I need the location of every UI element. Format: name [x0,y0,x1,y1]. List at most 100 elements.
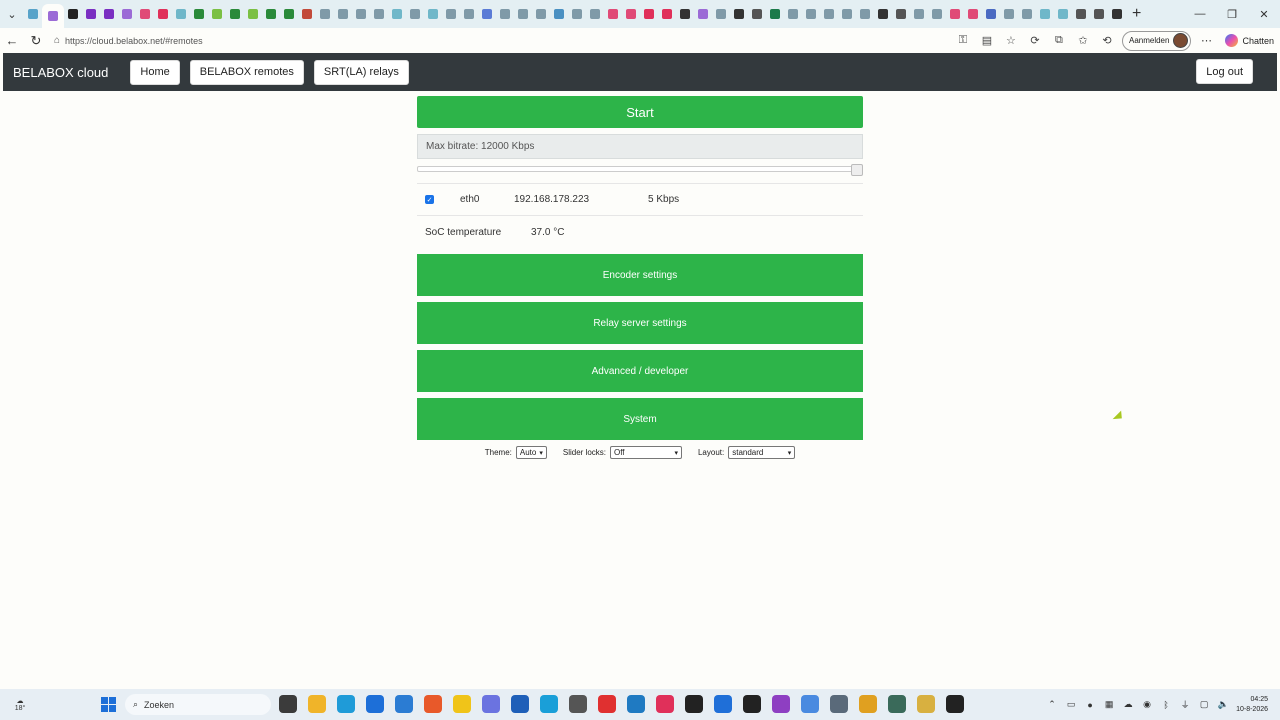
restore-icon[interactable]: ❐ [1216,0,1248,28]
tray-app-icon[interactable]: ◉ [1141,699,1153,711]
browser-tab[interactable] [118,5,136,23]
advanced-developer-button[interactable]: Advanced / developer [417,350,863,392]
browser-tab[interactable] [892,5,910,23]
taskbar-clock[interactable]: 04:25 10-8-2026 [1236,695,1268,715]
relay-server-settings-button[interactable]: Relay server settings [417,302,863,344]
taskbar-app-icon[interactable] [279,695,297,713]
browser-tab[interactable] [1072,5,1090,23]
bitrate-slider-thumb[interactable] [851,164,863,176]
signin-button[interactable]: Aanmelden [1121,30,1192,51]
browser-tab[interactable] [1054,5,1072,23]
windows-start-icon[interactable] [101,697,116,712]
theme-select[interactable]: Auto ▾ [515,446,547,459]
browser-tab[interactable] [1018,5,1036,23]
browser-tab[interactable] [550,5,568,23]
reader-icon[interactable]: ▤ [978,32,996,50]
browser-tab[interactable] [82,5,100,23]
browser-tab[interactable] [442,5,460,23]
brand-title[interactable]: BELABOX cloud [13,65,108,80]
tab-list-dropdown-icon[interactable]: ⌄ [0,0,24,28]
browser-tab[interactable] [460,5,478,23]
reload-icon[interactable]: ↻ [24,29,48,53]
browser-tab[interactable] [640,5,658,23]
taskbar-app-icon[interactable] [917,695,935,713]
taskbar-app-icon[interactable] [453,695,471,713]
browser-tab[interactable] [190,5,208,23]
taskbar-app-icon[interactable] [946,695,964,713]
browser-tab[interactable] [586,5,604,23]
taskbar-app-icon[interactable] [540,695,558,713]
browser-tab[interactable] [604,5,622,23]
taskbar-app-icon[interactable] [656,695,674,713]
refresh-extension-icon[interactable]: ⟳ [1026,32,1044,50]
site-info-icon[interactable]: ⌂ [54,35,60,46]
history-icon[interactable]: ⟲ [1098,32,1116,50]
browser-tab[interactable] [298,5,316,23]
taskbar-app-icon[interactable] [482,695,500,713]
browser-tab[interactable] [982,5,1000,23]
browser-tab[interactable] [388,5,406,23]
bluetooth-icon[interactable]: ᛒ [1160,699,1172,711]
taskbar-app-icon[interactable] [888,695,906,713]
browser-tab[interactable] [712,5,730,23]
browser-tab[interactable] [100,5,118,23]
taskbar-search[interactable]: ⌕ Zoeken [125,694,271,715]
taskbar-app-icon[interactable] [569,695,587,713]
taskbar-app-icon[interactable] [685,695,703,713]
bitrate-slider[interactable] [417,164,863,176]
logout-button[interactable]: Log out [1196,59,1253,84]
volume-icon[interactable]: 🔈 [1217,699,1229,711]
more-menu-icon[interactable]: ⋯ [1197,32,1215,50]
nav-home-button[interactable]: Home [130,59,180,85]
browser-tab[interactable] [694,5,712,23]
taskbar-app-icon[interactable] [598,695,616,713]
tray-app-icon[interactable]: ▭ [1065,699,1077,711]
layout-select[interactable]: standard ▾ [728,446,796,459]
taskbar-app-icon[interactable] [714,695,732,713]
browser-tab[interactable] [136,5,154,23]
browser-tab[interactable] [154,5,172,23]
copilot-button[interactable]: Chatten [1225,34,1274,47]
browser-tab[interactable] [334,5,352,23]
browser-tab[interactable] [658,5,676,23]
browser-tab[interactable] [406,5,424,23]
slider-locks-select[interactable]: Off ▾ [609,446,682,459]
browser-tab[interactable] [964,5,982,23]
weather-widget[interactable]: ☁ 18° [0,697,40,712]
browser-tab[interactable] [928,5,946,23]
browser-tab[interactable] [42,4,64,28]
new-tab-icon[interactable]: + [1132,5,1141,23]
extensions-icon[interactable]: ⧉ [1050,32,1068,50]
browser-tab[interactable] [280,5,298,23]
taskbar-app-icon[interactable] [308,695,326,713]
taskbar-app-icon[interactable] [424,695,442,713]
browser-tab[interactable] [784,5,802,23]
taskbar-app-icon[interactable] [801,695,819,713]
browser-tab[interactable] [1108,5,1126,23]
tray-app-icon[interactable]: ☁ [1122,699,1134,711]
browser-tab[interactable] [766,5,784,23]
browser-tab[interactable] [622,5,640,23]
browser-tab[interactable] [874,5,892,23]
browser-tab[interactable] [316,5,334,23]
browser-tab[interactable] [226,5,244,23]
back-icon[interactable]: ← [0,29,24,53]
encoder-settings-button[interactable]: Encoder settings [417,254,863,296]
taskbar-app-icon[interactable] [830,695,848,713]
browser-tab[interactable] [1090,5,1108,23]
bitrate-slider-track[interactable] [417,166,857,172]
taskbar-app-icon[interactable] [859,695,877,713]
browser-tab[interactable] [838,5,856,23]
taskbar-app-icon[interactable] [772,695,790,713]
browser-tab[interactable] [748,5,766,23]
system-button[interactable]: System [417,398,863,440]
browser-tab[interactable] [1000,5,1018,23]
favorites-icon[interactable]: ✩ [1074,32,1092,50]
browser-tab[interactable] [352,5,370,23]
minimize-icon[interactable]: — [1184,0,1216,28]
close-window-icon[interactable]: ✕ [1248,0,1280,28]
browser-tab[interactable] [244,5,262,23]
browser-tab[interactable] [24,5,42,23]
browser-tab[interactable] [568,5,586,23]
browser-tab[interactable] [172,5,190,23]
